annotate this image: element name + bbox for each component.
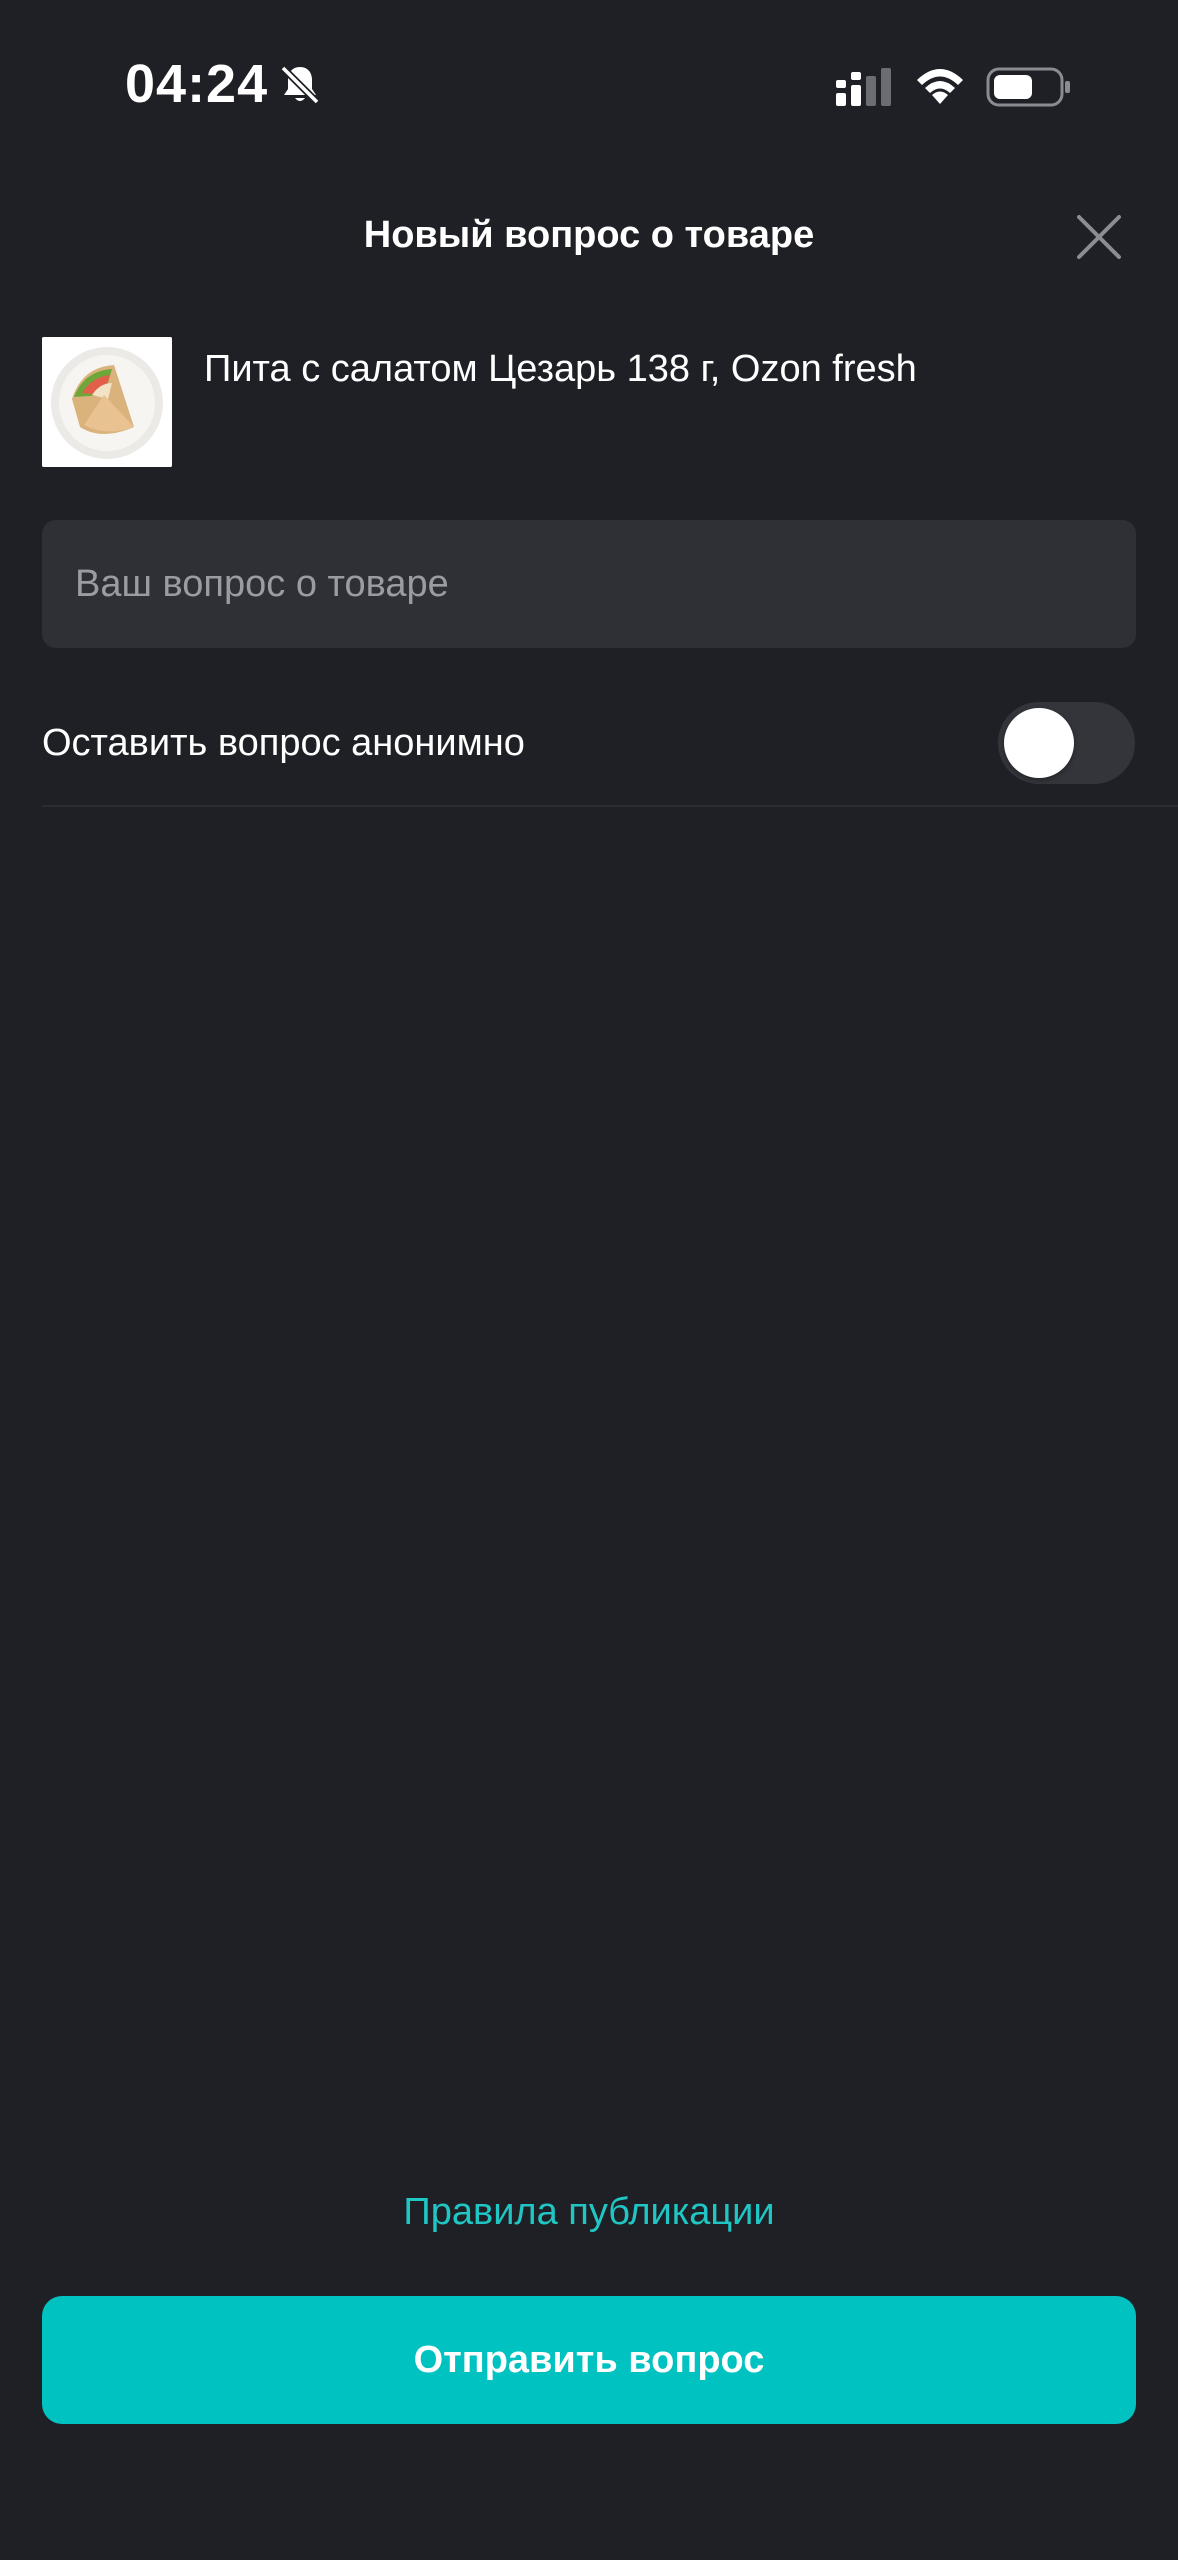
publication-rules-link[interactable]: Правила публикации: [0, 2182, 1178, 2242]
question-input[interactable]: [42, 520, 1136, 648]
wifi-icon: [917, 69, 963, 104]
page-title: Новый вопрос о товаре: [363, 214, 815, 256]
cellular-signal-icon: [836, 68, 891, 106]
pita-sandwich-image: [42, 337, 172, 467]
toggle-knob: [1004, 708, 1074, 778]
anonymous-toggle[interactable]: [998, 702, 1135, 784]
product-name: Пита с салатом Цезарь 138 г, Ozon fresh: [204, 348, 917, 390]
close-button[interactable]: [1068, 206, 1130, 268]
submit-button-label: Отправить вопрос: [413, 2338, 765, 2381]
anonymous-label: Оставить вопрос анонимно: [42, 722, 525, 764]
question-field[interactable]: [42, 520, 1136, 648]
bell-off-icon: [280, 65, 320, 105]
product-thumbnail: [42, 337, 172, 467]
divider: [42, 805, 1178, 807]
status-time: 04:24: [125, 54, 269, 114]
submit-question-button[interactable]: Отправить вопрос: [42, 2296, 1136, 2424]
battery-icon: [986, 67, 1070, 107]
close-icon: [1077, 215, 1121, 259]
